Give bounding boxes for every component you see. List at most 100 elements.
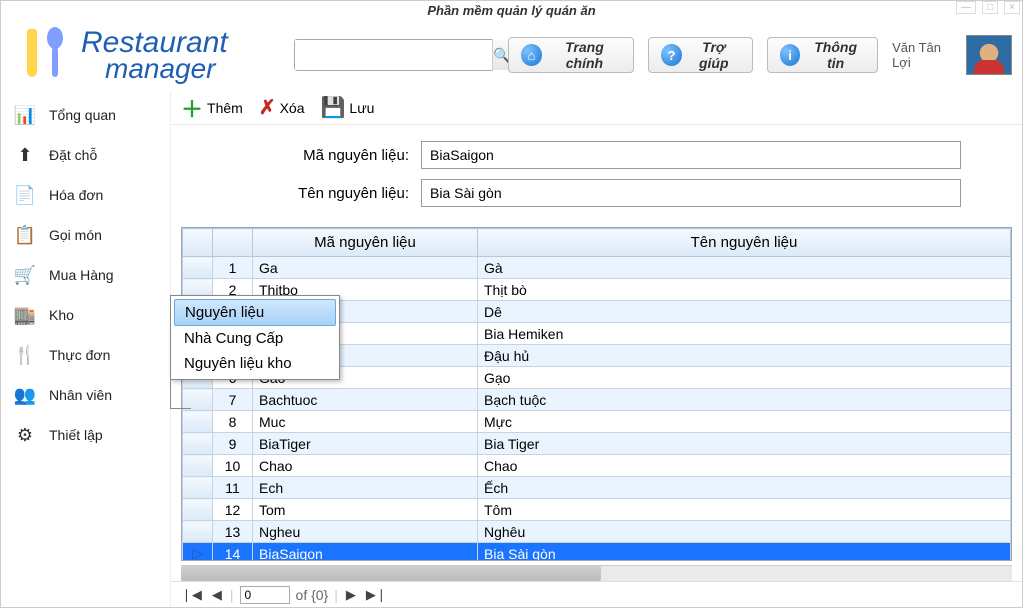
sidebar-item-label: Mua Hàng [49,267,114,283]
save-button[interactable]: 💾 Lưu [321,95,375,120]
delete-button[interactable]: ✗ Xóa [259,95,305,120]
cell-name[interactable]: Nghêu [478,521,1011,543]
info-icon: i [780,44,800,66]
cell-code[interactable]: Bachtuoc [253,389,478,411]
row-number: 12 [213,499,253,521]
sidebar-item-label: Gọi món [49,227,102,243]
overview-icon: 📊 [11,103,39,127]
pager: ❘◀ ◀ | of {0} | ▶ ▶❘ [171,581,1022,607]
help-label: Trợ giúp [688,39,740,71]
cell-code[interactable]: Tom [253,499,478,521]
pager-current[interactable] [240,586,290,604]
submenu-item[interactable]: Nguyên liệu kho [174,351,336,376]
sidebar-item-label: Đặt chỗ [49,147,97,163]
cell-name[interactable]: Gạo [478,367,1011,389]
submenu-item[interactable]: Nguyên liệu [174,299,336,326]
search-input[interactable] [295,40,492,70]
cell-name[interactable]: Dê [478,301,1011,323]
sidebar-item-invoice[interactable]: 📄Hóa đơn [1,175,170,215]
pager-prev[interactable]: ◀ [210,585,224,605]
cell-name[interactable]: Gà [478,257,1011,279]
cell-code[interactable]: Ech [253,477,478,499]
pager-of: of {0} [296,587,329,603]
row-number: 9 [213,433,253,455]
cell-code[interactable]: Ngheu [253,521,478,543]
cell-code[interactable]: Chao [253,455,478,477]
sidebar-item-label: Kho [49,307,74,323]
table-row[interactable]: ▷ 14BiaSaigonBia Sài gòn [183,543,1011,562]
avatar[interactable] [966,35,1012,75]
cell-name[interactable]: Ếch [478,477,1011,499]
close-icon[interactable]: × [1004,1,1020,14]
row-marker: ▷ [183,543,213,562]
user-area: Văn Tân Lợi [892,35,1012,75]
cell-code[interactable]: BiaTiger [253,433,478,455]
code-input[interactable] [421,141,961,169]
pager-next[interactable]: ▶ [344,585,358,605]
grid-header-name[interactable]: Tên nguyên liệu [478,229,1011,257]
logo-icon [11,25,81,85]
info-button[interactable]: i Thông tin [767,37,878,73]
row-number: 7 [213,389,253,411]
table-row[interactable]: 9BiaTigerBia Tiger [183,433,1011,455]
save-label: Lưu [349,100,374,116]
form: Mã nguyên liệu: Tên nguyên liệu: [171,125,1022,227]
name-input[interactable] [421,179,961,207]
maximize-icon[interactable]: □ [982,1,998,14]
cell-code[interactable]: Muc [253,411,478,433]
table-row[interactable]: 7BachtuocBạch tuộc [183,389,1011,411]
help-button[interactable]: ? Trợ giúp [648,37,753,73]
sidebar-item-reserve[interactable]: ⬆Đặt chỗ [1,135,170,175]
cell-code[interactable]: Ga [253,257,478,279]
help-icon: ? [661,44,681,66]
table-row[interactable]: 10ChaoChao [183,455,1011,477]
cell-name[interactable]: Bia Sài gòn [478,543,1011,562]
sidebar-item-label: Hóa đơn [49,187,103,203]
row-number: 14 [213,543,253,562]
grid-header-code[interactable]: Mã nguyên liệu [253,229,478,257]
cell-name[interactable]: Chao [478,455,1011,477]
home-label: Trang chính [548,39,622,71]
window-title: Phần mềm quản lý quán ăn [427,3,595,18]
sidebar-item-staff[interactable]: 👥Nhân viên [1,375,170,415]
pager-first[interactable]: ❘◀ [179,585,204,605]
cell-name[interactable]: Tôm [478,499,1011,521]
submenu-item[interactable]: Nhà Cung Cấp [174,326,336,351]
table-row[interactable]: 1GaGà [183,257,1011,279]
search-box[interactable]: 🔍 [294,39,494,71]
cell-name[interactable]: Bạch tuộc [478,389,1011,411]
table-row[interactable]: 8MucMực [183,411,1011,433]
minimize-icon[interactable]: — [956,1,976,14]
row-marker [183,257,213,279]
horizontal-scrollbar[interactable] [181,565,1012,581]
sidebar-item-overview[interactable]: 📊Tổng quan [1,95,170,135]
add-button[interactable]: ＋ Thêm [181,92,243,124]
delete-label: Xóa [280,100,305,116]
cell-name[interactable]: Bia Tiger [478,433,1011,455]
sidebar-item-menu[interactable]: 🍴Thực đơn [1,335,170,375]
sidebar-item-settings[interactable]: ⚙Thiết lập [1,415,170,455]
pager-last[interactable]: ▶❘ [364,585,389,605]
sidebar-item-order[interactable]: 📋Gọi món [1,215,170,255]
sidebar-item-cart[interactable]: 🛒Mua Hàng [1,255,170,295]
table-row[interactable]: 13NgheuNghêu [183,521,1011,543]
cell-name[interactable]: Đậu hủ [478,345,1011,367]
cell-code[interactable]: BiaSaigon [253,543,478,562]
sidebar-item-label: Thực đơn [49,347,110,363]
row-number: 1 [213,257,253,279]
sidebar-item-warehouse[interactable]: 🏬Kho [1,295,170,335]
home-button[interactable]: ⌂ Trang chính [508,37,634,73]
home-icon: ⌂ [521,44,541,66]
grid-header-marker [183,229,213,257]
current-row-icon: ▷ [192,545,203,561]
table-row[interactable]: 12TomTôm [183,499,1011,521]
cell-name[interactable]: Thịt bò [478,279,1011,301]
row-number: 8 [213,411,253,433]
delete-icon: ✗ [259,95,276,120]
cell-name[interactable]: Bia Hemiken [478,323,1011,345]
table-row[interactable]: 11EchẾch [183,477,1011,499]
cell-name[interactable]: Mực [478,411,1011,433]
sidebar: 📊Tổng quan⬆Đặt chỗ📄Hóa đơn📋Gọi món🛒Mua H… [1,91,171,607]
settings-icon: ⚙ [11,423,39,447]
data-grid[interactable]: Mã nguyên liệu Tên nguyên liệu 1GaGà2Thi… [181,227,1012,561]
